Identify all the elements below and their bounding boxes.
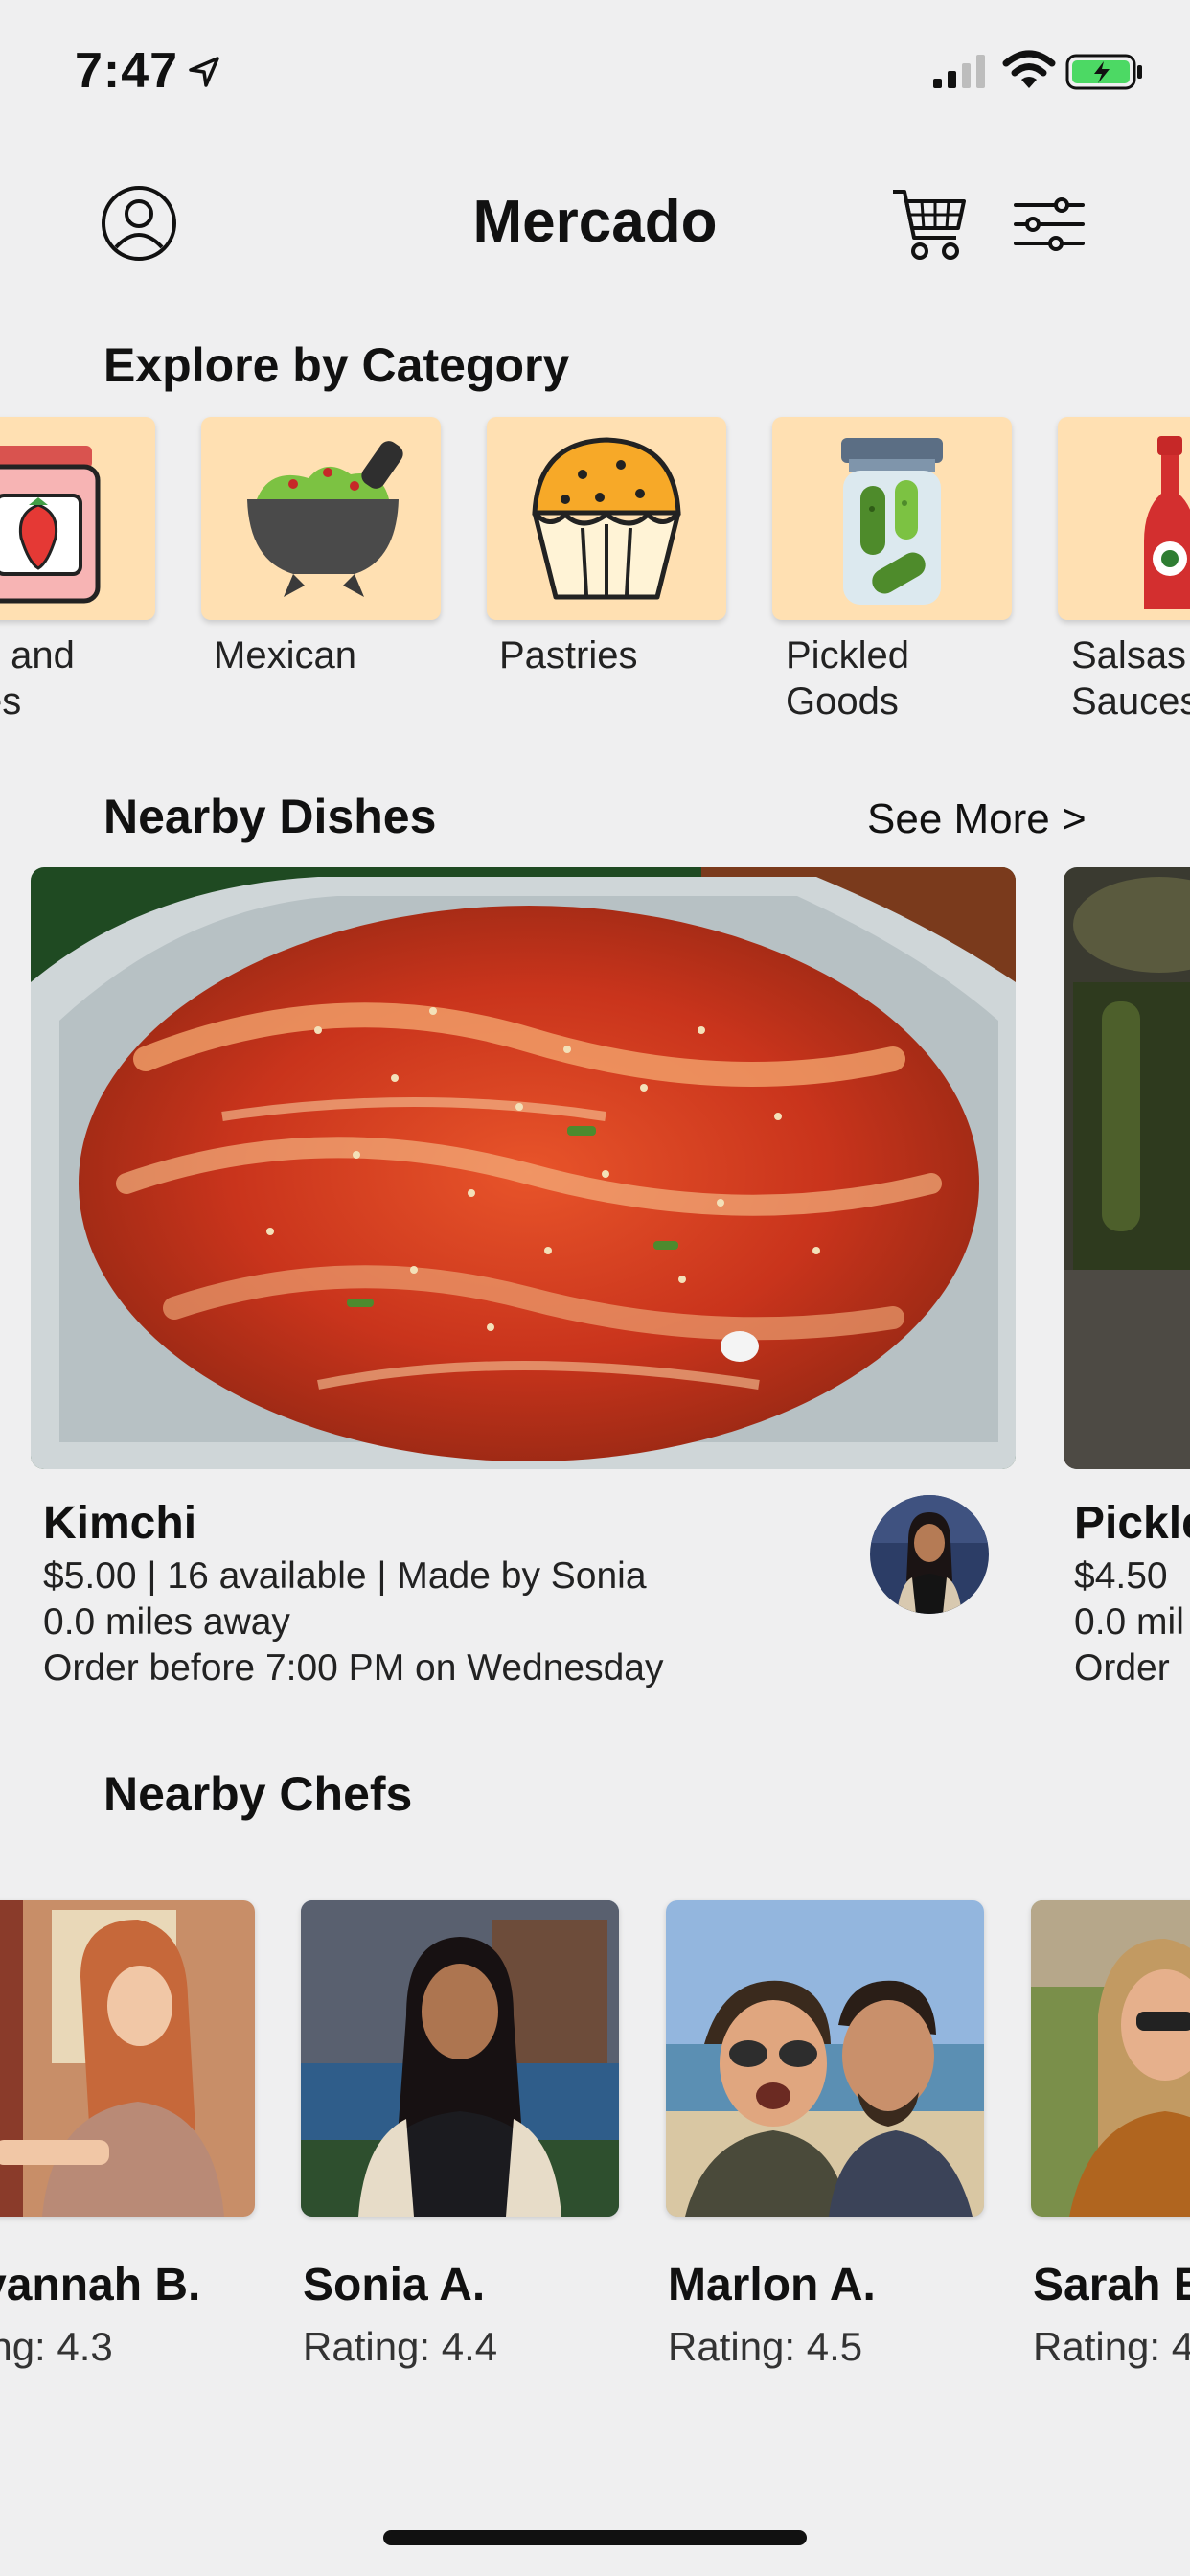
chef-photo-image [0, 1900, 255, 2217]
nearby-chefs-title: Nearby Chefs [103, 1767, 413, 1821]
dish-distance: 0.0 mil [1074, 1601, 1184, 1643]
hot-sauce-icon [1144, 436, 1190, 609]
dish-image-pickles[interactable] [1064, 867, 1190, 1469]
category-label: Pickled Goods [786, 634, 909, 723]
category-pastries[interactable] [487, 417, 726, 620]
kimchi-photo [31, 867, 1016, 1469]
see-more-link[interactable]: See More > [867, 795, 1087, 843]
dish-order-deadline: Order before 7:00 PM on Wednesday [43, 1647, 664, 1689]
chef-rating: Rating: 4.5 [668, 2324, 863, 2369]
chef-rating: Rating: 4.4 [303, 2324, 498, 2369]
chef-photo-image [666, 1900, 984, 2217]
dish-order-deadline: Order [1074, 1647, 1170, 1689]
dish-details: $5.00 | 16 available | Made by Sonia [43, 1555, 647, 1597]
muffin-icon [532, 437, 681, 600]
home-indicator[interactable] [383, 2530, 807, 2545]
category-salsas[interactable] [1058, 417, 1190, 620]
chef-name[interactable]: Sonia A. [303, 2259, 485, 2312]
pickle-jar-icon [841, 438, 943, 605]
dish-name[interactable]: Kimchi [43, 1497, 196, 1550]
location-arrow-icon [189, 57, 219, 87]
status-time: 7:47 [75, 43, 179, 99]
cellular-signal-icon [933, 55, 985, 88]
category-label: Salsas Sauces [1071, 634, 1190, 723]
app-screen: 7:47 Mercado Explore by Category and s M… [0, 0, 1190, 2576]
category-label: Mexican [214, 634, 356, 677]
cart-icon[interactable] [891, 184, 968, 264]
chef-photo-marlon[interactable] [666, 1900, 984, 2217]
category-jams[interactable] [0, 417, 155, 620]
chef-photo-image [1031, 1900, 1190, 2217]
chef-name[interactable]: vannah B. [0, 2259, 200, 2312]
chef-photo-image [301, 1900, 619, 2217]
chef-rating: Rating: 4 [1033, 2324, 1190, 2369]
dish-name[interactable]: Pickle [1074, 1497, 1190, 1550]
sonia-avatar [870, 1495, 989, 1614]
category-pickled-goods[interactable] [772, 417, 1012, 620]
wifi-icon [1002, 50, 1056, 88]
nearby-dishes-title: Nearby Dishes [103, 790, 437, 843]
jam-jar-icon [0, 446, 101, 604]
dish-details: $4.50 [1074, 1555, 1168, 1597]
categories-title: Explore by Category [103, 338, 570, 392]
category-mexican[interactable] [201, 417, 441, 620]
chef-photo-sonia[interactable] [301, 1900, 619, 2217]
category-label: s and es [0, 634, 75, 723]
dish-distance: 0.0 miles away [43, 1601, 290, 1643]
battery-charging-icon [1065, 54, 1142, 90]
chef-name[interactable]: Marlon A. [668, 2259, 876, 2312]
chef-photo-sarah[interactable] [1031, 1900, 1190, 2217]
filter-icon[interactable] [1014, 197, 1085, 251]
chef-name[interactable]: Sarah E [1033, 2259, 1190, 2312]
app-title: Mercado [472, 189, 718, 255]
chef-rating: ing: 4.3 [0, 2324, 113, 2369]
avatar[interactable] [870, 1495, 989, 1614]
chef-photo-savannah[interactable] [0, 1900, 255, 2217]
category-label: Pastries [499, 634, 638, 677]
molcajete-icon [247, 441, 403, 597]
pickles-photo [1064, 867, 1190, 1469]
dish-image-kimchi[interactable] [31, 867, 1016, 1469]
